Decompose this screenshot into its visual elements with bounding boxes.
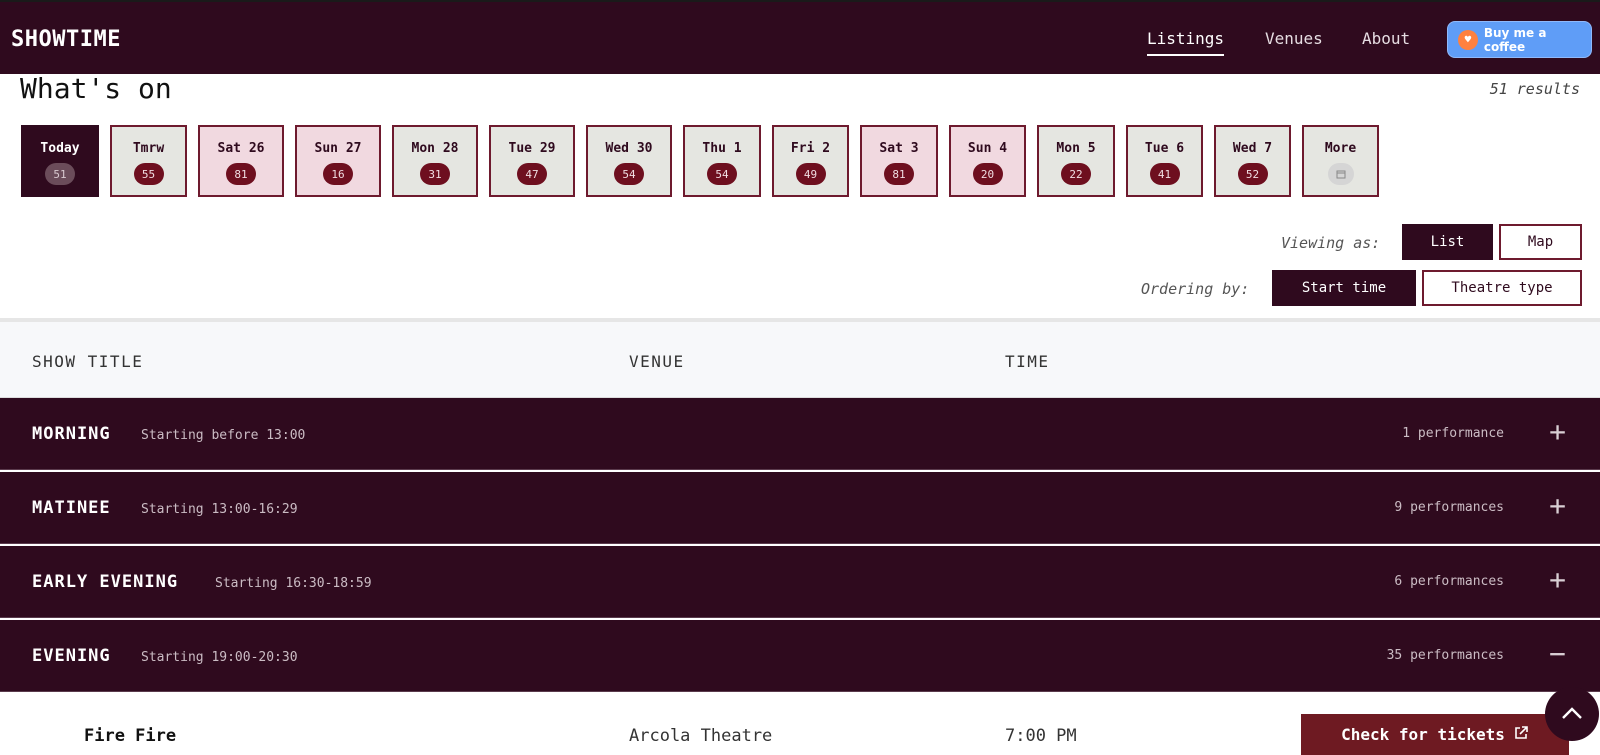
page-title: What's on bbox=[20, 72, 172, 105]
order-start-time-button[interactable]: Start time bbox=[1272, 270, 1416, 306]
date-tile-sat-26[interactable]: Sat 26 81 bbox=[198, 125, 284, 197]
group-row-evening[interactable]: EVENING Starting 19:00-20:30 35 performa… bbox=[0, 620, 1600, 692]
date-label: Mon 5 bbox=[1056, 141, 1096, 156]
column-time: TIME bbox=[1005, 352, 1050, 371]
show-venue: Arcola Theatre bbox=[629, 726, 773, 746]
external-link-icon bbox=[1513, 725, 1529, 745]
top-navigation-bar: SHOWTIME Listings Venues About ♥ Buy me … bbox=[0, 0, 1600, 74]
group-name: MATINEE bbox=[32, 498, 111, 518]
date-label: Wed 30 bbox=[605, 141, 653, 156]
date-tile-mon-28[interactable]: Mon 28 31 bbox=[392, 125, 478, 197]
date-tile-thu-1[interactable]: Thu 1 54 bbox=[683, 125, 761, 197]
date-label: Sun 4 bbox=[967, 141, 1008, 156]
date-tile-tue-6[interactable]: Tue 6 41 bbox=[1126, 125, 1203, 197]
date-label: Wed 7 bbox=[1232, 141, 1273, 156]
group-count: 35 performances bbox=[1386, 648, 1504, 663]
column-venue: VENUE bbox=[629, 352, 685, 371]
coffee-heart-icon: ♥ bbox=[1458, 29, 1478, 50]
tickets-label: Check for tickets bbox=[1341, 725, 1505, 744]
date-label: Tue 29 bbox=[508, 141, 556, 156]
date-tile-fri-2[interactable]: Fri 2 49 bbox=[772, 125, 849, 197]
date-label: Tue 6 bbox=[1144, 141, 1185, 156]
group-row-early-evening[interactable]: EARLY EVENING Starting 16:30-18:59 6 per… bbox=[0, 546, 1600, 618]
group-name: EARLY EVENING bbox=[32, 572, 179, 592]
date-count-badge: 22 bbox=[1061, 163, 1091, 185]
chevron-up-icon bbox=[1561, 705, 1583, 724]
nav-listings[interactable]: Listings bbox=[1147, 29, 1225, 56]
show-time: 7:00 PM bbox=[1005, 726, 1077, 746]
date-label: Sun 27 bbox=[314, 141, 362, 156]
date-tile-sun-4[interactable]: Sun 4 20 bbox=[949, 125, 1026, 197]
group-subtitle: Starting before 13:00 bbox=[141, 428, 306, 443]
group-row-morning[interactable]: MORNING Starting before 13:00 1 performa… bbox=[0, 398, 1600, 470]
group-name: EVENING bbox=[32, 646, 111, 666]
group-count: 6 performances bbox=[1394, 574, 1504, 589]
table-header: SHOW TITLE VENUE TIME bbox=[0, 318, 1600, 398]
group-subtitle: Starting 16:30-18:59 bbox=[215, 576, 372, 591]
date-count-badge: 55 bbox=[133, 163, 164, 185]
date-label: Tmrw bbox=[132, 141, 165, 156]
date-label: Sat 26 bbox=[217, 141, 265, 156]
view-map-button[interactable]: Map bbox=[1499, 224, 1582, 260]
brand-logo[interactable]: SHOWTIME bbox=[11, 27, 121, 52]
calendar-icon bbox=[1327, 163, 1354, 185]
date-count-badge: 20 bbox=[972, 163, 1003, 185]
date-label: Fri 2 bbox=[790, 141, 831, 156]
show-title[interactable]: Fire Fire bbox=[84, 726, 176, 746]
date-tile-more[interactable]: More bbox=[1302, 125, 1379, 197]
nav-about[interactable]: About bbox=[1362, 29, 1410, 48]
scroll-to-top-button[interactable] bbox=[1545, 687, 1599, 741]
view-list-button[interactable]: List bbox=[1402, 224, 1493, 260]
column-show-title: SHOW TITLE bbox=[32, 352, 144, 371]
date-count-badge: 49 bbox=[795, 163, 826, 185]
nav-venues[interactable]: Venues bbox=[1265, 29, 1323, 48]
group-subtitle: Starting 13:00-16:29 bbox=[141, 502, 298, 517]
date-count-badge: 51 bbox=[45, 163, 75, 185]
date-label: Mon 28 bbox=[411, 141, 459, 156]
expand-icon[interactable]: + bbox=[1549, 490, 1566, 522]
date-label: Sat 3 bbox=[879, 141, 919, 156]
date-count-badge: 16 bbox=[323, 163, 353, 185]
date-count-badge: 54 bbox=[614, 163, 644, 185]
ordering-by-label: Ordering by: bbox=[1141, 280, 1250, 298]
date-label: Thu 1 bbox=[702, 141, 742, 156]
date-count-badge: 54 bbox=[707, 163, 737, 185]
group-row-matinee[interactable]: MATINEE Starting 13:00-16:29 9 performan… bbox=[0, 472, 1600, 544]
group-subtitle: Starting 19:00-20:30 bbox=[141, 650, 298, 665]
date-tile-today[interactable]: Today 51 bbox=[21, 125, 99, 197]
date-tile-wed-30[interactable]: Wed 30 54 bbox=[586, 125, 672, 197]
date-count-badge: 81 bbox=[884, 163, 914, 185]
date-label: More bbox=[1324, 141, 1357, 156]
date-count-badge: 31 bbox=[420, 163, 450, 185]
check-for-tickets-button[interactable]: Check for tickets bbox=[1301, 714, 1569, 755]
date-label: Today bbox=[40, 141, 80, 156]
coffee-label: Buy me a coffee bbox=[1483, 25, 1547, 54]
date-tile-tmrw[interactable]: Tmrw 55 bbox=[110, 125, 187, 197]
results-count: 51 results bbox=[1489, 80, 1580, 98]
date-tile-sat-3[interactable]: Sat 3 81 bbox=[860, 125, 938, 197]
expand-icon[interactable]: + bbox=[1549, 564, 1566, 596]
group-name: MORNING bbox=[32, 424, 111, 444]
group-count: 9 performances bbox=[1394, 500, 1504, 515]
date-tile-mon-5[interactable]: Mon 5 22 bbox=[1037, 125, 1115, 197]
expand-icon[interactable]: + bbox=[1549, 416, 1566, 448]
date-tile-tue-29[interactable]: Tue 29 47 bbox=[489, 125, 575, 197]
group-count: 1 performance bbox=[1402, 426, 1504, 441]
date-tile-wed-7[interactable]: Wed 7 52 bbox=[1214, 125, 1291, 197]
date-count-badge: 47 bbox=[517, 163, 547, 185]
date-count-badge: 81 bbox=[226, 163, 256, 185]
date-tile-sun-27[interactable]: Sun 27 16 bbox=[295, 125, 381, 197]
date-count-badge: 52 bbox=[1237, 163, 1268, 185]
viewing-as-label: Viewing as: bbox=[1281, 234, 1381, 252]
order-theatre-type-button[interactable]: Theatre type bbox=[1422, 270, 1582, 306]
buy-me-a-coffee-button[interactable]: ♥ Buy me a coffee bbox=[1447, 21, 1592, 58]
collapse-icon[interactable]: − bbox=[1549, 638, 1566, 670]
date-count-badge: 41 bbox=[1149, 163, 1180, 185]
